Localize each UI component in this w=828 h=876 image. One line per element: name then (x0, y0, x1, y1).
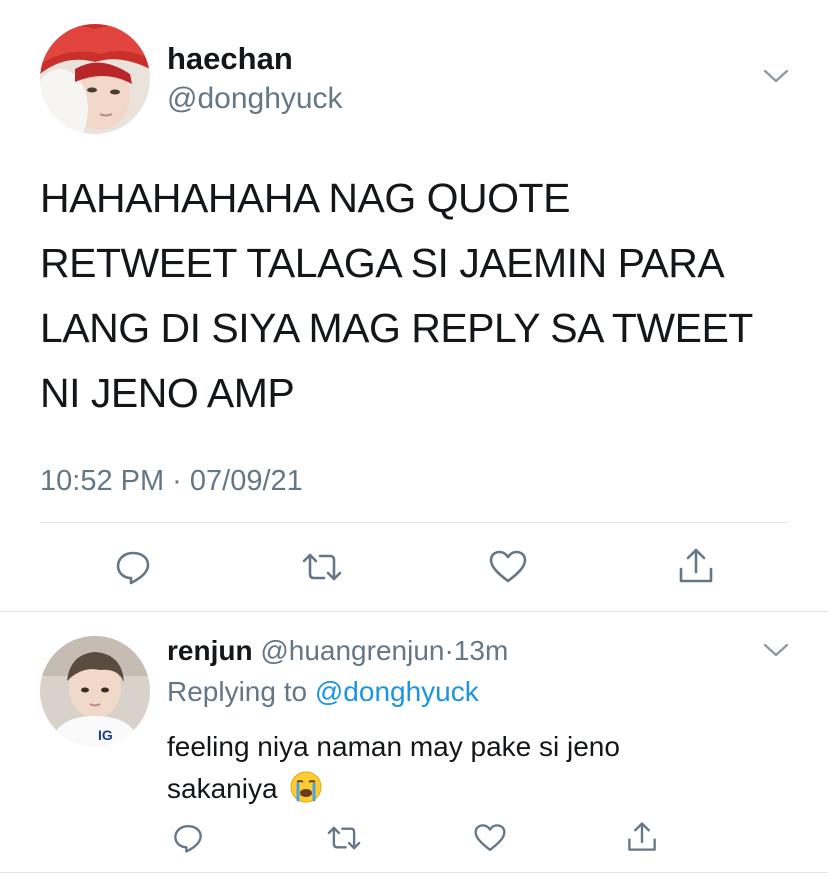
tweet-text: HAHAHAHAHA NAG QUOTE RETWEET TALAGA SI J… (40, 166, 800, 426)
reply-author-handle[interactable]: @huangrenjun (260, 635, 444, 666)
share-icon[interactable] (626, 820, 658, 854)
reply-icon[interactable] (114, 548, 152, 586)
retweet-icon[interactable] (325, 822, 363, 854)
user-avatar-icon (40, 24, 150, 134)
avatar[interactable]: IG (40, 636, 150, 746)
replying-to: Replying to @donghyuck (167, 674, 479, 710)
tweet-text-line: NI JENO AMP (40, 370, 295, 416)
like-icon[interactable] (488, 548, 528, 586)
tweet-timestamp[interactable]: 10:52 PM · 07/09/21 (40, 462, 303, 500)
reply-header: renjun @huangrenjun·13m (167, 633, 508, 669)
author-name[interactable]: haechan (167, 40, 293, 78)
avatar[interactable] (40, 24, 150, 134)
reply-text-word: sakaniya (167, 773, 278, 804)
divider (0, 872, 828, 873)
tweet-text-line: HAHAHAHAHA NAG QUOTE (40, 175, 570, 221)
chevron-down-icon[interactable] (762, 66, 790, 86)
reply-text: feeling niya naman may pake si jeno saka… (167, 726, 787, 816)
reply-time[interactable]: 13m (454, 635, 508, 666)
divider (40, 522, 788, 523)
reply-author-name[interactable]: renjun (167, 635, 253, 666)
divider (0, 611, 828, 612)
tweet-text-line: RETWEET TALAGA SI JAEMIN PARA (40, 240, 725, 286)
replying-to-handle[interactable]: @donghyuck (315, 676, 479, 707)
user-avatar-icon: IG (40, 636, 150, 746)
retweet-icon[interactable] (300, 548, 344, 586)
replying-to-label: Replying to (167, 676, 308, 707)
reply-icon[interactable] (172, 822, 204, 854)
chevron-down-icon[interactable] (762, 640, 790, 660)
tweet-text-line: LANG DI SIYA MAG REPLY SA TWEET (40, 305, 753, 351)
crying-emoji-icon (289, 770, 323, 816)
share-icon[interactable] (677, 546, 715, 586)
reply-text-line-2: sakaniya (167, 768, 787, 816)
author-handle[interactable]: @donghyuck (167, 80, 343, 118)
reply-text-line: feeling niya naman may pake si jeno (167, 731, 620, 762)
separator-dot: · (444, 635, 454, 666)
svg-text:IG: IG (98, 727, 113, 743)
like-icon[interactable] (473, 822, 507, 854)
